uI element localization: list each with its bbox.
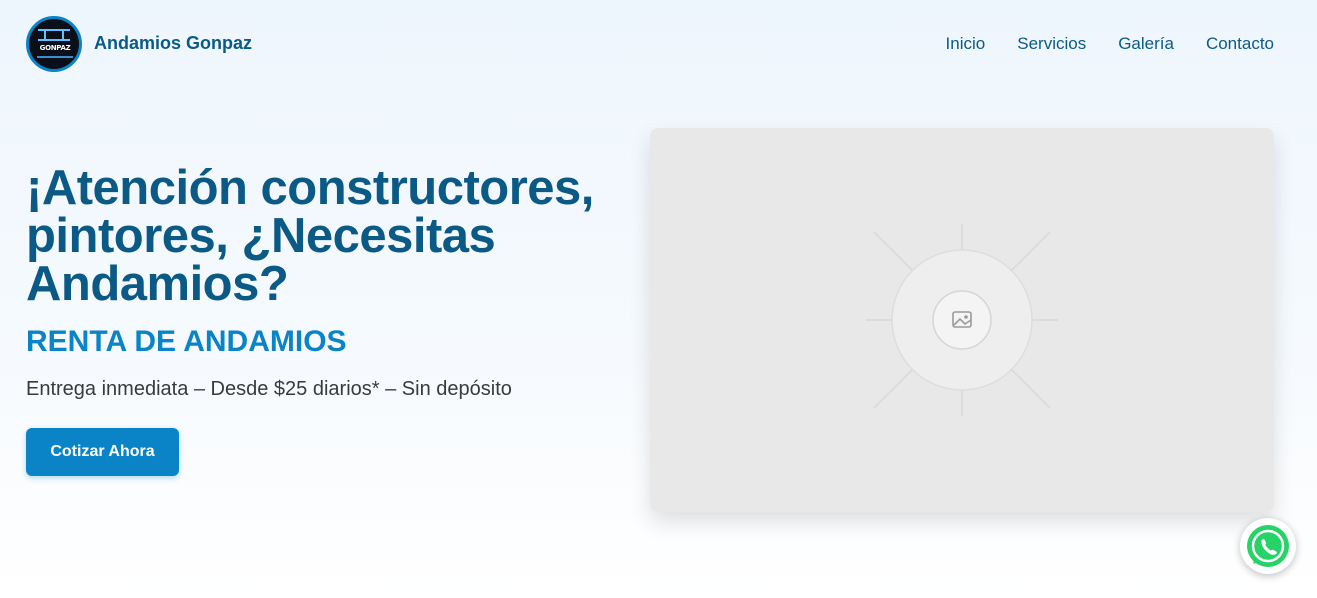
logo-mark-icon: [38, 29, 70, 41]
brand-logo[interactable]: GONPAZ: [26, 16, 82, 72]
whatsapp-button[interactable]: [1240, 518, 1296, 574]
nav-item-galeria[interactable]: Galería: [1118, 34, 1174, 54]
brand-name[interactable]: Andamios Gonpaz: [94, 33, 252, 54]
cotizar-ahora-button[interactable]: Cotizar Ahora: [26, 428, 179, 476]
hero-subheadline: RENTA DE ANDAMIOS: [26, 325, 347, 358]
site-header: GONPAZ Andamios Gonpaz Inicio Servicios …: [0, 0, 1317, 88]
logo-underline: [37, 56, 73, 58]
hero-image-placeholder: [650, 128, 1274, 512]
nav-item-inicio[interactable]: Inicio: [946, 34, 986, 54]
logo-wordmark: GONPAZ: [39, 44, 71, 52]
image-placeholder-icon: [866, 224, 1058, 416]
hero-tagline: Entrega inmediata – Desde $25 diarios* –…: [26, 378, 512, 400]
nav-item-servicios[interactable]: Servicios: [1017, 34, 1086, 54]
nav-item-contacto[interactable]: Contacto: [1206, 34, 1274, 54]
whatsapp-icon: [1247, 525, 1289, 567]
main-nav: Inicio Servicios Galería Contacto: [946, 34, 1274, 54]
hero-headline: ¡Atención constructores, pintores, ¿Nece…: [26, 161, 594, 311]
